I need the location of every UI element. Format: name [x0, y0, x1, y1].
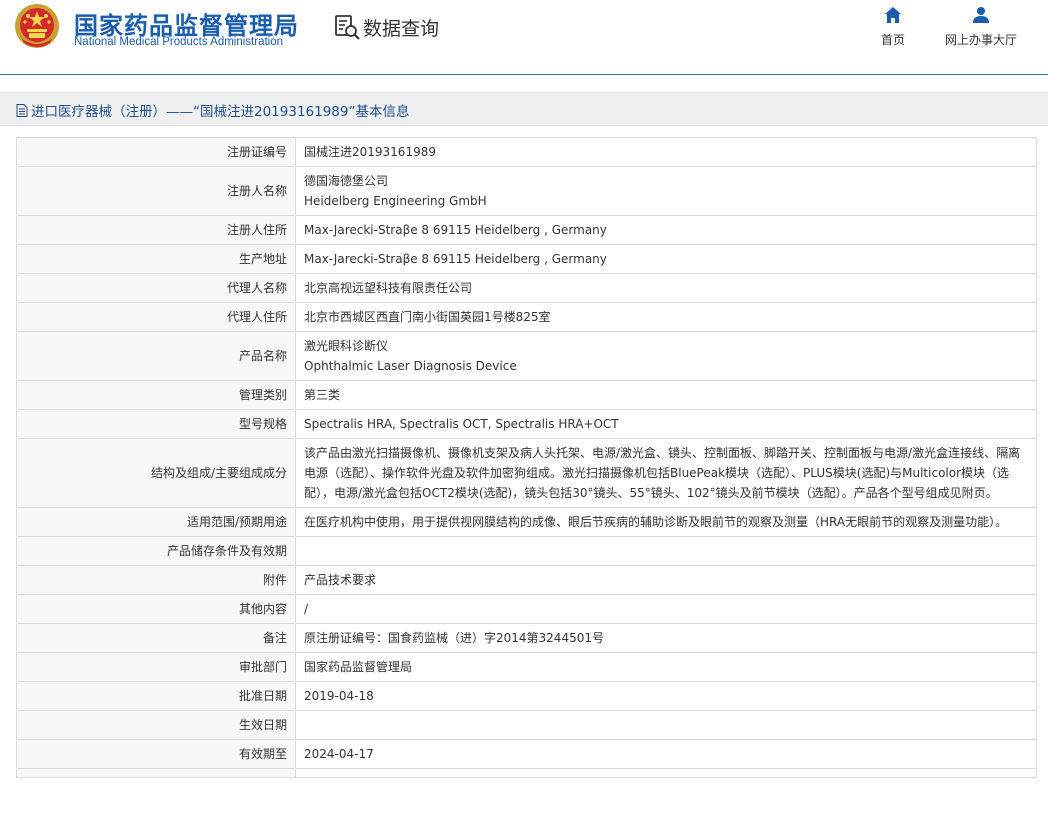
field-value-line: Ophthalmic Laser Diagnosis Device [304, 359, 517, 373]
field-value [295, 768, 1037, 778]
field-value-line: Heidelberg Engineering GmbH [304, 194, 487, 208]
field-value: 国械注进20193161989 [295, 137, 1037, 167]
table-row: 适用范围/预期用途 在医疗机构中使用，用于提供视网膜结构的成像、眼后节疾病的辅助… [16, 507, 1037, 537]
field-value: Max-Jarecki-Straβe 8 69115 Heidelberg , … [295, 215, 1037, 245]
table-row: 附件 产品技术要求 [16, 565, 1037, 595]
nav-online-service-hall-label: 网上办事大厅 [944, 33, 1017, 47]
table-row: 注册人名称 德国海德堡公司 Heidelberg Engineering Gmb… [16, 166, 1037, 216]
table-row: 管理类别 第三类 [16, 380, 1037, 410]
field-value: 在医疗机构中使用，用于提供视网膜结构的成像、眼后节疾病的辅助诊断及眼前节的观察及… [295, 507, 1037, 537]
breadcrumb-bar: 进口医疗器械（注册）——“国械注进20193161989”基本信息 [0, 92, 1048, 126]
field-value [295, 710, 1037, 740]
field-value: 国家药品监督管理局 [295, 652, 1037, 682]
table-row [16, 768, 1037, 778]
field-label: 产品储存条件及有效期 [16, 536, 296, 566]
breadcrumb-text: 进口医疗器械（注册）——“国械注进20193161989”基本信息 [31, 104, 410, 120]
field-value: 北京市西城区西直门南小街国英园1号楼825室 [295, 302, 1037, 332]
table-row: 生效日期 [16, 710, 1037, 740]
field-value: 产品技术要求 [295, 565, 1037, 595]
document-icon [16, 103, 28, 117]
field-label: 产品名称 [16, 331, 296, 381]
field-label: 附件 [16, 565, 296, 595]
field-value: 第三类 [295, 380, 1037, 410]
field-value: 2024-04-17 [295, 739, 1037, 769]
field-label: 管理类别 [16, 380, 296, 410]
field-value: 北京高视远望科技有限责任公司 [295, 273, 1037, 303]
table-row: 注册人住所 Max-Jarecki-Straβe 8 69115 Heidelb… [16, 215, 1037, 245]
field-label: 生产地址 [16, 244, 296, 274]
field-value: 德国海德堡公司 Heidelberg Engineering GmbH [295, 166, 1037, 216]
field-label [16, 768, 296, 778]
site-subtitle-en: National Medical Products Administration [74, 36, 284, 48]
header-divider [0, 74, 1048, 75]
field-value [295, 536, 1037, 566]
table-row: 备注 原注册证编号：国食药监械（进）字2014第3244501号 [16, 623, 1037, 653]
field-label: 注册证编号 [16, 137, 296, 167]
field-label: 生效日期 [16, 710, 296, 740]
field-label: 备注 [16, 623, 296, 653]
table-row: 型号规格 Spectralis HRA, Spectralis OCT, Spe… [16, 409, 1037, 439]
field-value-line: 激光眼科诊断仪 [304, 339, 389, 353]
nav-home[interactable]: 首页 [873, 6, 913, 48]
field-value: 2019-04-18 [295, 681, 1037, 711]
nav-home-label: 首页 [880, 33, 905, 47]
table-row: 代理人住所 北京市西城区西直门南小街国英园1号楼825室 [16, 302, 1037, 332]
table-row: 批准日期 2019-04-18 [16, 681, 1037, 711]
field-label: 注册人住所 [16, 215, 296, 245]
field-value: Max-Jarecki-Straβe 8 69115 Heidelberg , … [295, 244, 1037, 274]
registration-info-table: 注册证编号 国械注进20193161989 注册人名称 德国海德堡公司 Heid… [16, 137, 1037, 778]
field-value-line: 德国海德堡公司 [304, 174, 389, 188]
field-label: 型号规格 [16, 409, 296, 439]
field-label: 有效期至 [16, 739, 296, 769]
field-label: 代理人住所 [16, 302, 296, 332]
field-value: 原注册证编号：国食药监械（进）字2014第3244501号 [295, 623, 1037, 653]
field-value: Spectralis HRA, Spectralis OCT, Spectral… [295, 409, 1037, 439]
field-label: 适用范围/预期用途 [16, 507, 296, 537]
field-label: 代理人名称 [16, 273, 296, 303]
table-row: 结构及组成/主要组成成分 该产品由激光扫描摄像机、摄像机支架及病人头托架、电源/… [16, 438, 1037, 508]
nav-online-service-hall[interactable]: 网上办事大厅 [938, 6, 1024, 48]
table-row: 产品储存条件及有效期 [16, 536, 1037, 566]
data-query-title[interactable]: 数据查询 [333, 12, 439, 42]
field-value: / [295, 594, 1037, 624]
table-row: 有效期至 2024-04-17 [16, 739, 1037, 769]
user-icon [973, 7, 989, 23]
home-icon [885, 7, 901, 23]
data-search-icon [335, 15, 360, 40]
table-row: 审批部门 国家药品监督管理局 [16, 652, 1037, 682]
table-row: 产品名称 激光眼科诊断仪 Ophthalmic Laser Diagnosis … [16, 331, 1037, 381]
table-row: 注册证编号 国械注进20193161989 [16, 137, 1037, 167]
data-query-label: 数据查询 [363, 17, 440, 40]
field-label: 结构及组成/主要组成成分 [16, 438, 296, 508]
table-row: 代理人名称 北京高视远望科技有限责任公司 [16, 273, 1037, 303]
field-label: 审批部门 [16, 652, 296, 682]
field-value: 激光眼科诊断仪 Ophthalmic Laser Diagnosis Devic… [295, 331, 1037, 381]
breadcrumb: 进口医疗器械（注册）——“国械注进20193161989”基本信息 [16, 100, 409, 120]
table-row: 生产地址 Max-Jarecki-Straβe 8 69115 Heidelbe… [16, 244, 1037, 274]
field-value: 该产品由激光扫描摄像机、摄像机支架及病人头托架、电源/激光盒、镜头、控制面板、脚… [295, 438, 1037, 508]
field-label: 其他内容 [16, 594, 296, 624]
field-label: 批准日期 [16, 681, 296, 711]
national-emblem-icon [15, 4, 59, 48]
table-row: 其他内容 / [16, 594, 1037, 624]
field-label: 注册人名称 [16, 166, 296, 216]
site-header: 国家药品监督管理局 National Medical Products Admi… [0, 0, 1048, 75]
